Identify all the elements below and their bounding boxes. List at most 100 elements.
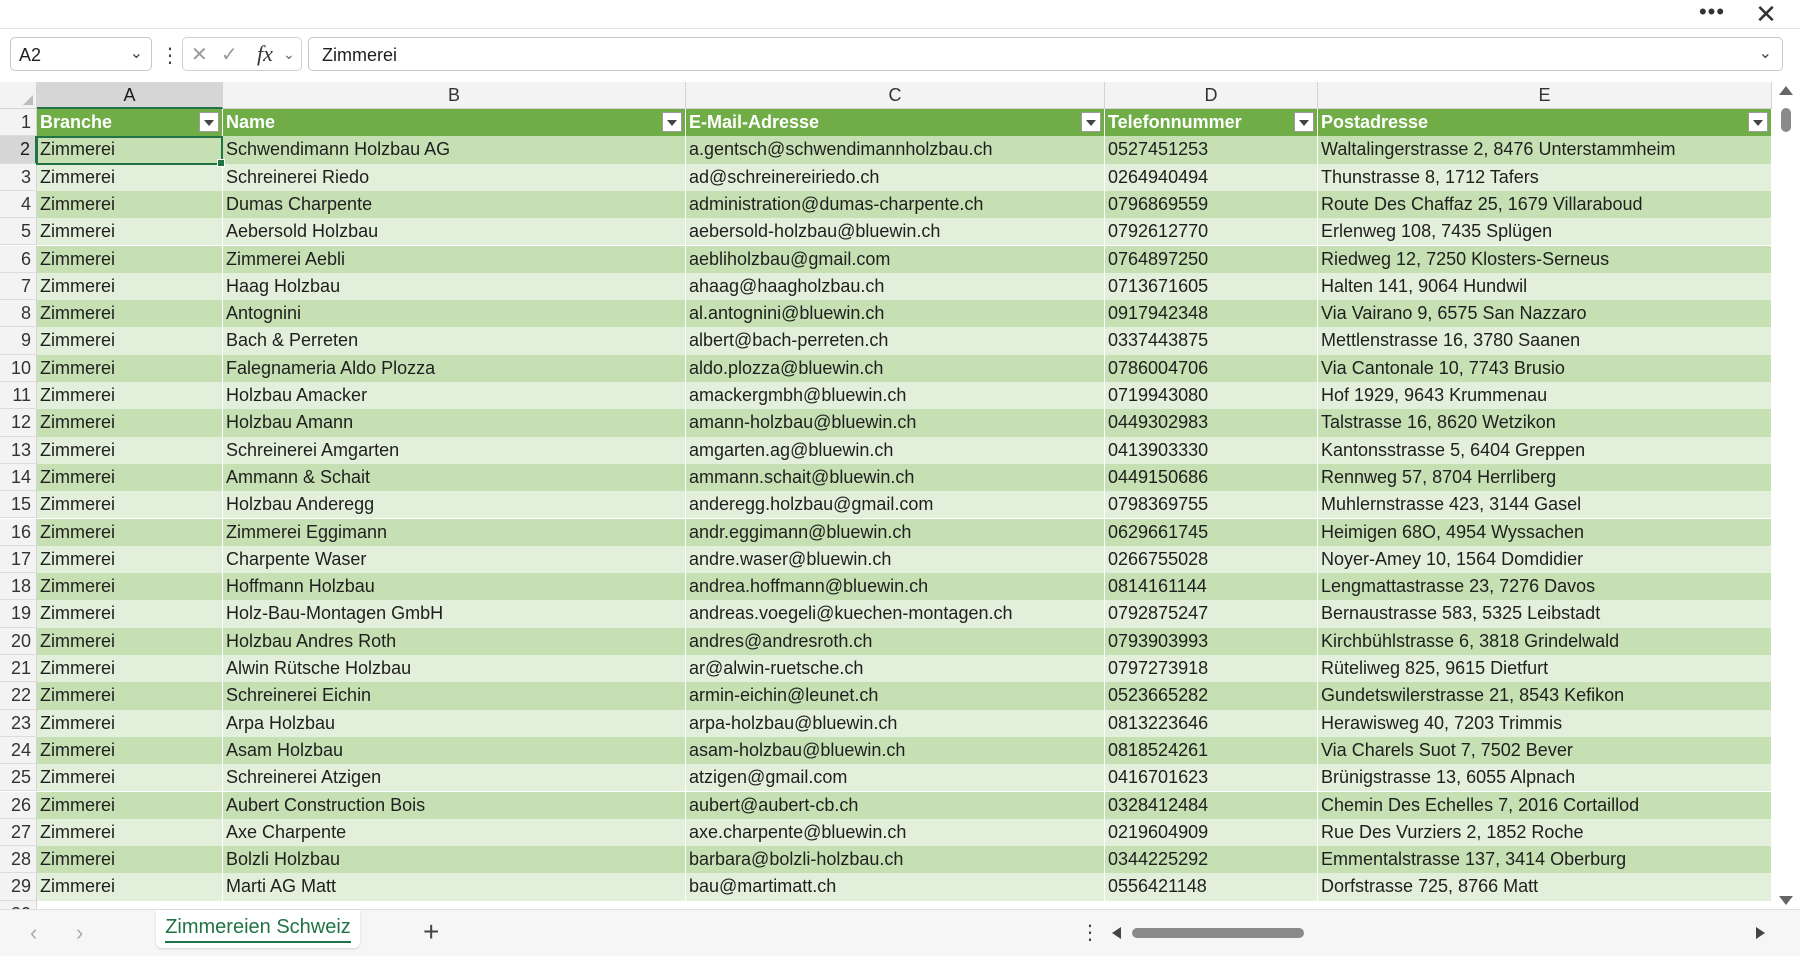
cell-name[interactable]: Holzbau Amacker xyxy=(223,382,686,410)
cell-telefon[interactable]: 0917942348 xyxy=(1105,300,1318,328)
cell-branche[interactable]: Zimmerei xyxy=(37,354,223,382)
cell-email[interactable]: amann-holzbau@bluewin.ch xyxy=(686,409,1105,437)
cell-name[interactable]: Schreinerei Atzigen xyxy=(223,764,686,792)
cell-telefon[interactable]: 0764897250 xyxy=(1105,245,1318,273)
column-header-e[interactable]: E xyxy=(1318,82,1772,109)
cell-branche[interactable]: Zimmerei xyxy=(37,791,223,819)
chevron-down-icon[interactable]: ⌄ xyxy=(130,43,143,63)
cell-branche[interactable]: Zimmerei xyxy=(37,573,223,601)
check-icon[interactable]: ✓ xyxy=(221,42,238,67)
cell-postadresse[interactable]: Dorfstrasse 725, 8766 Matt xyxy=(1318,873,1772,901)
cell-branche[interactable]: Zimmerei xyxy=(37,818,223,847)
cell-branche[interactable]: Zimmerei xyxy=(37,600,223,628)
column-header-a[interactable]: A xyxy=(37,82,223,109)
cell-name[interactable]: Holzbau Anderegg xyxy=(223,491,686,519)
column-header-d[interactable]: D xyxy=(1105,82,1318,109)
cell-postadresse[interactable]: Riedweg 12, 7250 Klosters-Serneus xyxy=(1318,245,1772,273)
cell-telefon[interactable]: 0527451253 xyxy=(1105,136,1318,164)
cancel-icon[interactable]: ✕ xyxy=(191,42,208,67)
formula-input[interactable]: Zimmerei ⌄ xyxy=(308,37,1783,71)
cell-branche[interactable]: Zimmerei xyxy=(37,218,223,246)
cell-telefon[interactable]: 0793903993 xyxy=(1105,627,1318,655)
cell-branche[interactable]: Zimmerei xyxy=(37,272,223,301)
cell-name[interactable]: Marti AG Matt xyxy=(223,873,686,901)
cell-name[interactable]: Zimmerei Aebli xyxy=(223,245,686,273)
row-header[interactable]: 8 xyxy=(0,300,37,328)
cell-email[interactable]: ammann.schait@bluewin.ch xyxy=(686,463,1105,492)
cell-name[interactable]: Hoffmann Holzbau xyxy=(223,573,686,601)
cell-branche[interactable]: Zimmerei xyxy=(37,873,223,901)
cell-postadresse[interactable]: Chemin Des Echelles 7, 2016 Cortaillod xyxy=(1318,791,1772,819)
row-header[interactable]: 21 xyxy=(0,655,37,683)
cell-name[interactable]: Bolzli Holzbau xyxy=(223,846,686,874)
row-header[interactable]: 4 xyxy=(0,190,37,219)
cell-postadresse[interactable]: Thunstrasse 8, 1712 Tafers xyxy=(1318,163,1772,191)
cell-branche[interactable]: Zimmerei xyxy=(37,382,223,410)
row-header[interactable]: 27 xyxy=(0,818,37,847)
cell-email[interactable]: andre.waser@bluewin.ch xyxy=(686,545,1105,574)
cell-email[interactable]: amackergmbh@bluewin.ch xyxy=(686,382,1105,410)
sheet-tab-active[interactable]: Zimmereien Schweiz xyxy=(156,910,360,948)
previous-sheet-icon[interactable]: ‹ xyxy=(30,920,37,946)
row-header[interactable]: 19 xyxy=(0,600,37,628)
cell-name[interactable]: Dumas Charpente xyxy=(223,190,686,219)
row-header[interactable]: 3 xyxy=(0,163,37,191)
cell-email[interactable]: atzigen@gmail.com xyxy=(686,764,1105,792)
cell-email[interactable]: axe.charpente@bluewin.ch xyxy=(686,818,1105,847)
scroll-right-icon[interactable] xyxy=(1756,927,1765,939)
cell-branche[interactable]: Zimmerei xyxy=(37,682,223,710)
cell-telefon[interactable]: 0713671605 xyxy=(1105,272,1318,301)
expand-formula-icon[interactable]: ⌄ xyxy=(1759,43,1772,63)
header-cell-name[interactable]: Name xyxy=(223,109,686,137)
cell-name[interactable]: Aebersold Holzbau xyxy=(223,218,686,246)
row-header[interactable]: 10 xyxy=(0,354,37,382)
filter-dropdown-icon[interactable] xyxy=(1294,112,1314,132)
filter-dropdown-icon[interactable] xyxy=(662,112,682,132)
cell-telefon[interactable]: 0449302983 xyxy=(1105,409,1318,437)
cell-telefon[interactable]: 0416701623 xyxy=(1105,764,1318,792)
cell-postadresse[interactable]: Brünigstrasse 13, 6055 Alpnach xyxy=(1318,764,1772,792)
cell-branche[interactable]: Zimmerei xyxy=(37,491,223,519)
cell-telefon[interactable]: 0792612770 xyxy=(1105,218,1318,246)
cell-branche[interactable]: Zimmerei xyxy=(37,136,223,164)
cell-postadresse[interactable]: Mettlenstrasse 16, 3780 Saanen xyxy=(1318,327,1772,355)
cell-postadresse[interactable]: Via Cantonale 10, 7743 Brusio xyxy=(1318,354,1772,382)
cell-email[interactable]: a.gentsch@schwendimannholzbau.ch xyxy=(686,136,1105,164)
cell-name[interactable]: Schwendimann Holzbau AG xyxy=(223,136,686,164)
cell-postadresse[interactable]: Emmentalstrasse 137, 3414 Oberburg xyxy=(1318,846,1772,874)
cell-email[interactable]: anderegg.holzbau@gmail.com xyxy=(686,491,1105,519)
more-options-icon[interactable]: ••• xyxy=(1698,0,1726,28)
scroll-left-icon[interactable] xyxy=(1112,927,1121,939)
cell-branche[interactable]: Zimmerei xyxy=(37,409,223,437)
cell-name[interactable]: Arpa Holzbau xyxy=(223,709,686,737)
cell-telefon[interactable]: 0266755028 xyxy=(1105,545,1318,574)
cell-branche[interactable]: Zimmerei xyxy=(37,300,223,328)
cell-postadresse[interactable]: Herawisweg 40, 7203 Trimmis xyxy=(1318,709,1772,737)
cell-email[interactable]: andres@andresroth.ch xyxy=(686,627,1105,655)
filter-dropdown-icon[interactable] xyxy=(1081,112,1101,132)
cell-telefon[interactable]: 0797273918 xyxy=(1105,655,1318,683)
cell-postadresse[interactable]: Via Charels Suot 7, 7502 Bever xyxy=(1318,736,1772,765)
vertical-scrollbar[interactable] xyxy=(1772,82,1800,909)
cell-branche[interactable]: Zimmerei xyxy=(37,709,223,737)
cell-name[interactable]: Charpente Waser xyxy=(223,545,686,574)
row-header[interactable]: 12 xyxy=(0,409,37,437)
cell-name[interactable]: Schreinerei Eichin xyxy=(223,682,686,710)
cell-postadresse[interactable]: Lengmattastrasse 23, 7276 Davos xyxy=(1318,573,1772,601)
cell-postadresse[interactable]: Rüteliweg 825, 9615 Dietfurt xyxy=(1318,655,1772,683)
cell-branche[interactable]: Zimmerei xyxy=(37,463,223,492)
row-header[interactable]: 30 xyxy=(0,900,37,909)
row-header[interactable]: 18 xyxy=(0,573,37,601)
cell-postadresse[interactable]: Via Vairano 9, 6575 San Nazzaro xyxy=(1318,300,1772,328)
cell-postadresse[interactable]: Kirchbühlstrasse 6, 3818 Grindelwald xyxy=(1318,627,1772,655)
row-header[interactable]: 25 xyxy=(0,764,37,792)
cell-name[interactable]: Antognini xyxy=(223,300,686,328)
cell-email[interactable]: arpa-holzbau@bluewin.ch xyxy=(686,709,1105,737)
cell-email[interactable]: aldo.plozza@bluewin.ch xyxy=(686,354,1105,382)
cell-telefon[interactable]: 0344225292 xyxy=(1105,846,1318,874)
cell-postadresse[interactable]: Heimigen 68O, 4954 Wyssachen xyxy=(1318,518,1772,546)
row-header[interactable]: 7 xyxy=(0,272,37,301)
cell-email[interactable]: barbara@bolzli-holzbau.ch xyxy=(686,846,1105,874)
row-header[interactable]: 24 xyxy=(0,736,37,765)
cell-postadresse[interactable]: Rue Des Vurziers 2, 1852 Roche xyxy=(1318,818,1772,847)
